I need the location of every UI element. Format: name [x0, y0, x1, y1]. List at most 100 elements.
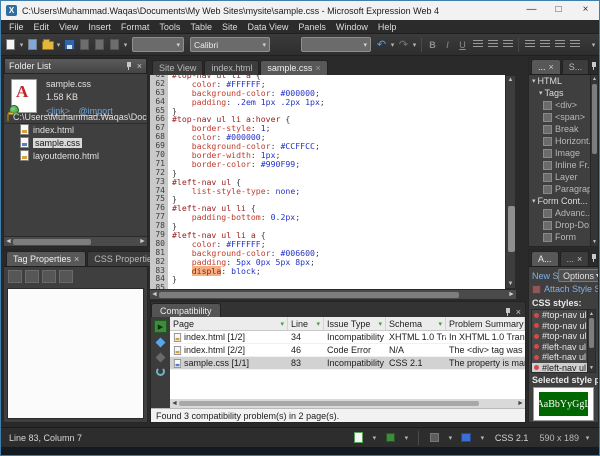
- tree-root[interactable]: C:\Users\Muhammad.Waqas\Documents\W: [4, 110, 147, 123]
- close-panel-icon[interactable]: ×: [137, 62, 142, 71]
- style-application-dropdown[interactable]: ▾: [447, 434, 454, 442]
- categorized-icon[interactable]: [8, 270, 22, 283]
- column-filter-icon[interactable]: ▾: [378, 320, 382, 328]
- print-icon[interactable]: [78, 38, 91, 51]
- doctype-dropdown[interactable]: ▾: [479, 434, 486, 442]
- tree-item-index.html[interactable]: index.html: [4, 123, 147, 136]
- options-button[interactable]: Options▾: [558, 269, 599, 282]
- previous-result-icon[interactable]: [156, 353, 166, 363]
- menu-format[interactable]: Format: [116, 22, 155, 32]
- close-button[interactable]: ×: [572, 1, 599, 20]
- redo-dropdown[interactable]: ▾: [411, 41, 418, 49]
- style-select[interactable]: ▾: [132, 37, 184, 52]
- css-style-item[interactable]: #top-nav ul: [532, 331, 595, 342]
- tab-close-icon[interactable]: ×: [74, 255, 79, 264]
- column-header-problem-summary[interactable]: Problem Summary▾: [446, 317, 525, 330]
- compatibility-hscrollbar[interactable]: ◄►: [170, 399, 525, 408]
- compatibility-row[interactable]: index.html [2/2]46Code ErrorN/AThe <div>…: [170, 344, 525, 357]
- css-style-item[interactable]: #top-nav ul: [532, 321, 595, 332]
- open-file-icon[interactable]: [41, 38, 54, 51]
- page-size-indicator[interactable]: 590 x 189: [539, 433, 579, 443]
- refresh-icon[interactable]: [156, 367, 165, 376]
- css-style-item[interactable]: #left-nav ul: [532, 363, 595, 374]
- editor-hscrollbar[interactable]: ◄ ►: [150, 289, 516, 299]
- menu-data-view[interactable]: Data View: [242, 22, 293, 32]
- css-schema-indicator[interactable]: CSS 2.1: [495, 433, 529, 443]
- toolbox-item-advanc[interactable]: Advanc...: [529, 207, 590, 219]
- new-document-icon[interactable]: [4, 38, 17, 51]
- toolbox-tab-0[interactable]: ...×: [531, 59, 561, 74]
- chevron-down-icon[interactable]: ▾: [532, 77, 536, 85]
- vscroll-thumb[interactable]: [508, 206, 515, 252]
- chevron-down-icon[interactable]: ▾: [539, 89, 543, 97]
- new-document-dropdown[interactable]: ▾: [18, 41, 25, 49]
- column-header-page[interactable]: Page▾: [170, 317, 288, 330]
- close-panel-icon[interactable]: ×: [516, 308, 521, 317]
- toolbox-item-form[interactable]: Form: [529, 231, 590, 243]
- folder-list-header[interactable]: Folder List ×: [4, 58, 147, 74]
- visual-aids-dropdown[interactable]: ▾: [403, 434, 410, 442]
- column-filter-icon[interactable]: ▾: [280, 320, 284, 328]
- menu-insert[interactable]: Insert: [83, 22, 116, 32]
- maximize-button[interactable]: □: [545, 1, 572, 20]
- visual-aids-icon[interactable]: [384, 431, 397, 444]
- font-size-select[interactable]: ▾: [301, 37, 371, 52]
- style-application-icon[interactable]: [428, 431, 441, 444]
- pin-icon[interactable]: [504, 308, 512, 317]
- save-icon[interactable]: [63, 38, 76, 51]
- css-style-item[interactable]: #top-nav ul: [532, 310, 595, 321]
- font-select[interactable]: Calibri▾: [190, 37, 270, 52]
- underline-icon[interactable]: U: [456, 38, 469, 51]
- next-result-icon[interactable]: [156, 338, 166, 348]
- toolbox-group-tags[interactable]: ▾Tags: [529, 87, 590, 99]
- menu-window[interactable]: Window: [331, 22, 373, 32]
- toolbox-item-inlinefr[interactable]: Inline Fr...: [529, 159, 590, 171]
- toolbox-item-layer[interactable]: Layer: [529, 171, 590, 183]
- bold-icon[interactable]: B: [426, 38, 439, 51]
- undo-dropdown[interactable]: ▾: [389, 41, 396, 49]
- preview-icon[interactable]: [93, 38, 106, 51]
- toolbox-tab-S[interactable]: S...: [562, 59, 590, 74]
- code-line[interactable]: 74 list-style-type: none;: [150, 187, 505, 196]
- toolbox-item-div[interactable]: <div>: [529, 99, 590, 111]
- code-line[interactable]: 83 displa: block;: [150, 267, 505, 276]
- increase-indent-icon[interactable]: [568, 38, 581, 51]
- doctype-icon[interactable]: [460, 431, 473, 444]
- browser-preview-dropdown[interactable]: ▾: [122, 41, 129, 49]
- toolbox-item-span[interactable]: <span>: [529, 111, 590, 123]
- editor-tab-index-html[interactable]: index.html: [204, 60, 259, 75]
- menu-help[interactable]: Help: [373, 22, 402, 32]
- toolbox-item-image[interactable]: Image: [529, 147, 590, 159]
- tab-close-icon[interactable]: ×: [549, 63, 554, 72]
- code-line[interactable]: 84}: [150, 275, 505, 284]
- alphabetical-icon[interactable]: [25, 270, 39, 283]
- applystyles-tab-A[interactable]: A...: [531, 251, 559, 266]
- numbered-list-icon[interactable]: [523, 38, 536, 51]
- toolbox-group-formcont[interactable]: ▾Form Cont...: [529, 195, 590, 207]
- toolbar-overflow-icon[interactable]: ▾: [590, 41, 597, 49]
- redo-icon[interactable]: ↷: [397, 38, 410, 51]
- toolbox-item-break[interactable]: Break: [529, 123, 590, 135]
- editor-tab-sample-css[interactable]: sample.css×: [260, 60, 327, 75]
- italic-icon[interactable]: I: [441, 38, 454, 51]
- menu-table[interactable]: Table: [185, 22, 217, 32]
- menu-panels[interactable]: Panels: [293, 22, 331, 32]
- browser-preview-icon[interactable]: [108, 38, 121, 51]
- column-header-line[interactable]: Line▾: [288, 317, 324, 330]
- column-filter-icon[interactable]: ▾: [438, 320, 442, 328]
- applystyles-tab-1[interactable]: ...×: [560, 251, 590, 266]
- chevron-down-icon[interactable]: ▾: [532, 197, 536, 205]
- styles-vscrollbar[interactable]: ▲ ▼: [587, 310, 595, 372]
- column-header-schema[interactable]: Schema▾: [386, 317, 446, 330]
- column-filter-icon[interactable]: ▾: [316, 320, 320, 328]
- run-checker-icon[interactable]: ▶: [154, 320, 167, 333]
- folder-list-hscrollbar[interactable]: ◄ ►: [4, 236, 147, 246]
- align-center-icon[interactable]: [486, 38, 499, 51]
- decrease-indent-icon[interactable]: [553, 38, 566, 51]
- menu-edit[interactable]: Edit: [29, 22, 55, 32]
- align-right-icon[interactable]: [501, 38, 514, 51]
- toolbox-vscrollbar[interactable]: ▲ ▼: [590, 75, 598, 246]
- pin-icon[interactable]: [590, 254, 598, 263]
- code-line[interactable]: 64 padding: .2em 1px .2px 1px;: [150, 98, 505, 107]
- tree-item-layoutdemo.html[interactable]: layoutdemo.html: [4, 149, 147, 162]
